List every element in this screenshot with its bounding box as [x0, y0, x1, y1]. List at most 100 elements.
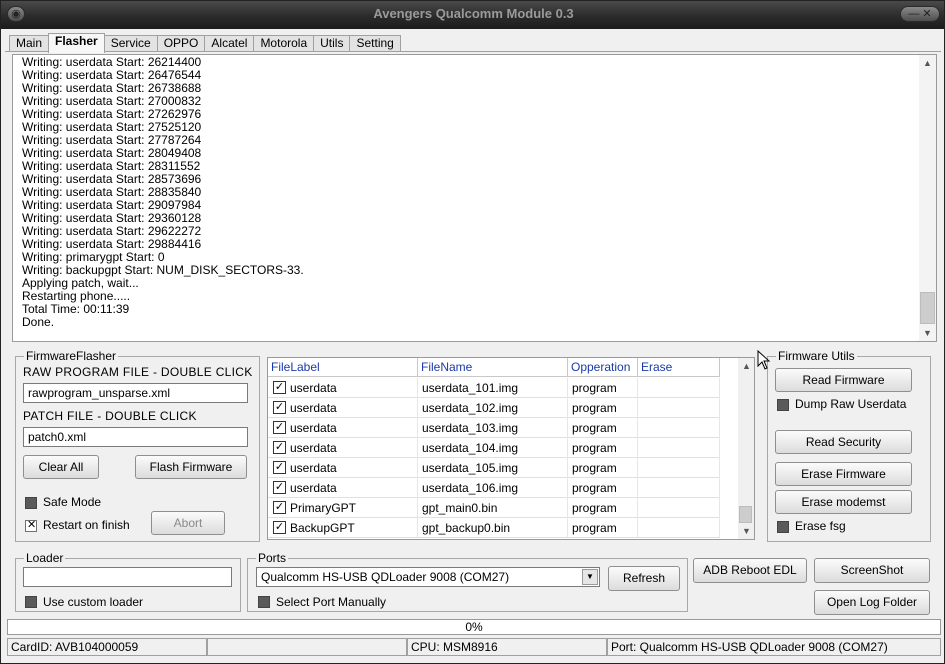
clear-all-button[interactable]: Clear All	[23, 455, 99, 479]
cell-operation: program	[568, 458, 638, 478]
refresh-button[interactable]: Refresh	[608, 566, 680, 591]
flash-firmware-button[interactable]: Flash Firmware	[135, 455, 247, 479]
cell-filelabel: BackupGPT	[288, 518, 418, 538]
table-row[interactable]: ✓ PrimaryGPT gpt_main0.bin program	[268, 498, 720, 518]
row-checkbox[interactable]: ✓	[273, 461, 286, 474]
abort-button[interactable]: Abort	[151, 511, 225, 535]
log-line: Total Time: 00:11:39	[22, 302, 130, 316]
tab-bar: Main Flasher Service OPPO Alcatel Motoro…	[9, 33, 401, 53]
firmware-utils-legend: Firmware Utils	[776, 349, 857, 363]
open-log-folder-button[interactable]: Open Log Folder	[814, 590, 930, 615]
erase-fsg-label: Erase fsg	[795, 519, 846, 533]
tab-motorola[interactable]: Motorola	[253, 35, 315, 52]
status-port: Port: Qualcomm HS-USB QDLoader 9008 (COM…	[607, 638, 941, 656]
cell-filelabel: userdata	[288, 378, 418, 398]
row-checkbox[interactable]: ✓	[273, 401, 286, 414]
tab-alcatel[interactable]: Alcatel	[204, 35, 255, 52]
col-erase[interactable]: Erase	[638, 358, 720, 377]
row-checkbox[interactable]: ✓	[273, 381, 286, 394]
screenshot-button[interactable]: ScreenShot	[814, 558, 930, 583]
cell-filelabel: PrimaryGPT	[288, 498, 418, 518]
tab-flasher[interactable]: Flasher	[48, 33, 105, 53]
window-title: Avengers Qualcomm Module 0.3	[373, 6, 574, 21]
cell-erase	[638, 398, 720, 418]
firmware-flasher-legend: FirmwareFlasher	[24, 349, 119, 363]
cell-erase	[638, 518, 720, 538]
firmware-flasher-group: FirmwareFlasher RAW PROGRAM FILE - DOUBL…	[15, 349, 260, 542]
raw-program-field[interactable]: rawprogram_unsparse.xml	[23, 383, 248, 403]
erase-firmware-button[interactable]: Erase Firmware	[775, 462, 912, 486]
patch-file-field[interactable]: patch0.xml	[23, 427, 248, 447]
tab-main[interactable]: Main	[9, 35, 50, 52]
table-row[interactable]: ✓ userdata userdata_106.img program	[268, 478, 720, 498]
log-lines: Writing: userdata Start: 26214400 Writing…	[22, 56, 304, 329]
raw-program-label: RAW PROGRAM FILE - DOUBLE CLICK	[23, 365, 253, 379]
grid-scroll-thumb[interactable]	[739, 506, 752, 523]
col-filelabel[interactable]: FileLabel	[268, 358, 418, 377]
restart-on-finish-label: Restart on finish	[43, 518, 130, 532]
cell-operation: program	[568, 518, 638, 538]
cell-erase	[638, 438, 720, 458]
table-row[interactable]: ✓ userdata userdata_104.img program	[268, 438, 720, 458]
port-select-value: Qualcomm HS-USB QDLoader 9008 (COM27)	[261, 570, 510, 584]
grid-scroll-up-icon[interactable]: ▲	[738, 358, 754, 374]
cell-erase	[638, 498, 720, 518]
select-port-manually-checkbox[interactable]	[258, 596, 270, 608]
cell-filename: userdata_101.img	[418, 378, 568, 398]
table-row[interactable]: ✓ userdata userdata_105.img program	[268, 458, 720, 478]
erase-modemst-button[interactable]: Erase modemst	[775, 490, 912, 514]
port-select[interactable]: Qualcomm HS-USB QDLoader 9008 (COM27) ▼	[256, 567, 600, 587]
cell-filename: gpt_backup0.bin	[418, 518, 568, 538]
window-controls-icon[interactable]: — ✕	[900, 6, 940, 22]
read-firmware-button[interactable]: Read Firmware	[775, 368, 912, 392]
cell-filelabel: userdata	[288, 458, 418, 478]
table-row[interactable]: ✓ BackupGPT gpt_backup0.bin program	[268, 518, 720, 538]
use-custom-loader-checkbox[interactable]	[25, 596, 37, 608]
tab-service[interactable]: Service	[103, 35, 158, 52]
restart-on-finish-checkbox[interactable]	[25, 518, 37, 532]
scroll-up-icon[interactable]: ▲	[919, 55, 936, 71]
cell-erase	[638, 458, 720, 478]
table-row[interactable]: ✓ userdata userdata_103.img program	[268, 418, 720, 438]
col-filename[interactable]: FileName	[418, 358, 568, 377]
adb-reboot-edl-button[interactable]: ADB Reboot EDL	[693, 558, 807, 583]
cell-filename: userdata_106.img	[418, 478, 568, 498]
app-window: ◉ Avengers Qualcomm Module 0.3 — ✕ Main …	[0, 0, 945, 664]
erase-fsg-checkbox[interactable]	[777, 521, 789, 533]
loader-path-field[interactable]	[23, 567, 232, 587]
row-checkbox[interactable]: ✓	[273, 501, 286, 514]
log-scrollbar[interactable]: ▲ ▼	[919, 55, 936, 341]
safe-mode-checkbox[interactable]	[25, 497, 37, 509]
use-custom-loader-label: Use custom loader	[43, 595, 144, 609]
cell-operation: program	[568, 438, 638, 458]
cell-filename: userdata_102.img	[418, 398, 568, 418]
grid-scroll-down-icon[interactable]: ▼	[738, 523, 754, 539]
table-row[interactable]: ✓ userdata userdata_102.img program	[268, 398, 720, 418]
cell-operation: program	[568, 378, 638, 398]
chevron-down-icon[interactable]: ▼	[582, 569, 598, 585]
scroll-down-icon[interactable]: ▼	[919, 325, 936, 341]
read-security-button[interactable]: Read Security	[775, 430, 912, 454]
title-bar: ◉ Avengers Qualcomm Module 0.3 — ✕	[1, 1, 944, 29]
dump-raw-userdata-checkbox[interactable]	[777, 399, 789, 411]
grid-scrollbar[interactable]: ▲ ▼	[738, 358, 754, 539]
tab-setting[interactable]: Setting	[349, 35, 401, 52]
progress-bar: 0%	[7, 619, 941, 635]
row-checkbox[interactable]: ✓	[273, 441, 286, 454]
ports-legend: Ports	[256, 551, 289, 565]
scroll-thumb[interactable]	[920, 292, 935, 324]
row-checkbox[interactable]: ✓	[273, 521, 286, 534]
row-checkbox[interactable]: ✓	[273, 421, 286, 434]
table-row[interactable]: ✓ userdata userdata_101.img program	[268, 378, 720, 398]
tab-oppo[interactable]: OPPO	[156, 35, 206, 52]
log-output[interactable]: Writing: userdata Start: 26214400 Writing…	[12, 54, 937, 342]
grid-header: FileLabel FileName Opperation Erase	[268, 358, 720, 377]
status-cpu: CPU: MSM8916	[407, 638, 607, 656]
row-checkbox[interactable]: ✓	[273, 481, 286, 494]
col-operation[interactable]: Opperation	[568, 358, 638, 377]
cell-operation: program	[568, 498, 638, 518]
cell-filelabel: userdata	[288, 478, 418, 498]
tab-utils[interactable]: Utils	[313, 35, 351, 52]
patch-file-label: PATCH FILE - DOUBLE CLICK	[23, 409, 197, 423]
file-list-grid[interactable]: FileLabel FileName Opperation Erase ✓ use…	[267, 357, 755, 540]
